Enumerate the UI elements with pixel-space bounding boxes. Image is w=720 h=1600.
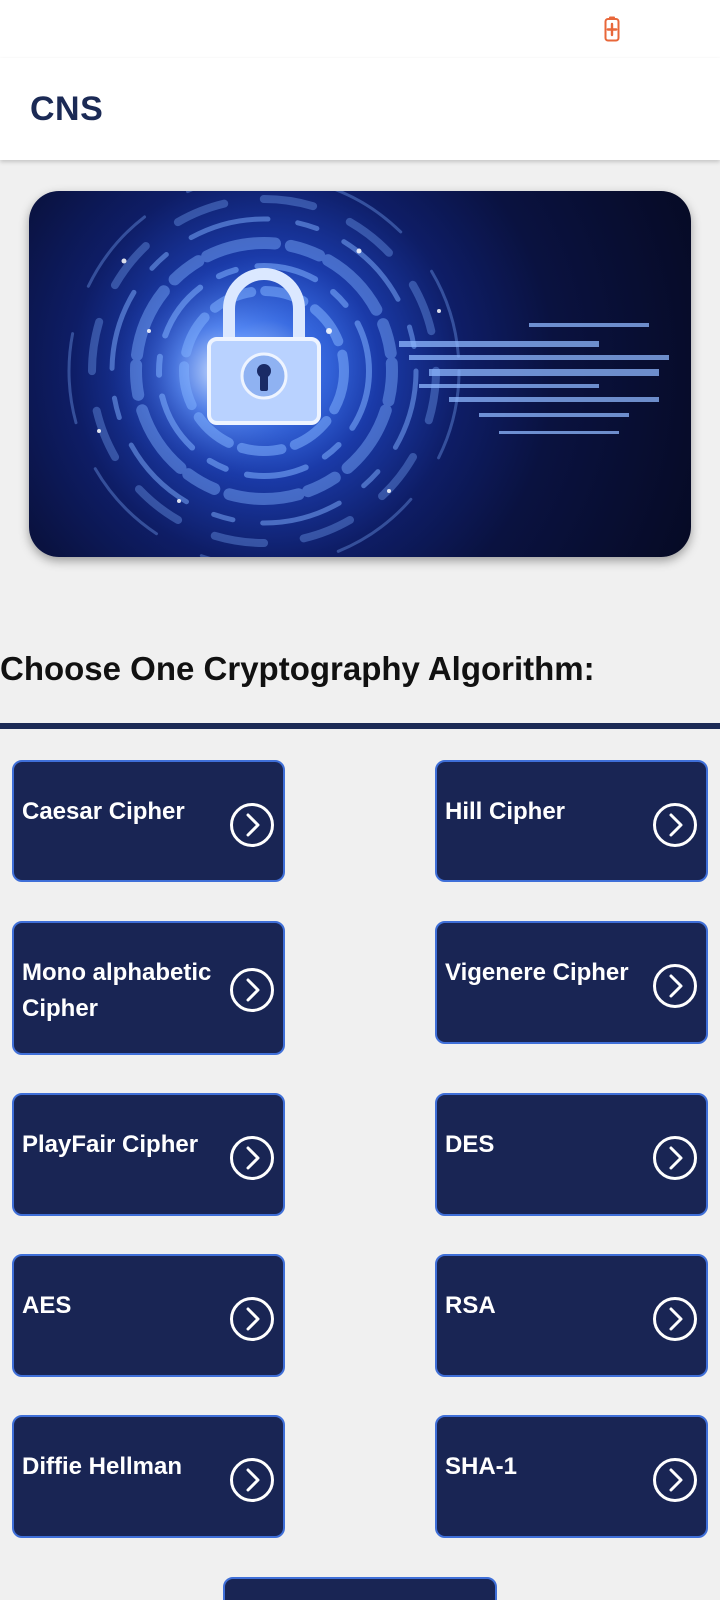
padlock-icon [67, 191, 669, 557]
chevron-right-circle-icon [653, 1458, 697, 1502]
more-button[interactable] [223, 1577, 497, 1600]
chevron-right-circle-icon [653, 1136, 697, 1180]
des-button[interactable]: DES [435, 1093, 708, 1216]
chevron-right-circle-icon [653, 803, 697, 847]
button-label: DES [445, 1131, 495, 1158]
app-title: CNS [30, 90, 104, 128]
status-bar [0, 0, 720, 58]
hill-cipher-button[interactable]: Hill Cipher [435, 760, 708, 882]
playfair-cipher-button[interactable]: PlayFair Cipher [12, 1093, 285, 1216]
chevron-right-circle-icon [230, 968, 274, 1012]
divider [0, 723, 720, 729]
app-screen: CNS Choose One Cryptography Algorithm: C… [0, 0, 720, 1600]
button-label: Diffie Hellman [22, 1453, 183, 1480]
vigenere-cipher-button[interactable]: Vigenere Cipher [435, 921, 708, 1044]
button-label: Caesar Cipher [22, 798, 185, 825]
rsa-button[interactable]: RSA [435, 1254, 708, 1377]
caesar-cipher-button[interactable]: Caesar Cipher [12, 760, 285, 882]
sha-1-button[interactable]: SHA-1 [435, 1415, 708, 1538]
mono-alphabetic-cipher-button[interactable]: Mono alphabetic Cipher [12, 921, 285, 1055]
chevron-right-circle-icon [230, 1297, 274, 1341]
battery-charging-icon [604, 16, 620, 42]
aes-button[interactable]: AES [12, 1254, 285, 1377]
chevron-right-circle-icon [230, 803, 274, 847]
button-label: RSA [445, 1292, 496, 1319]
button-label: SHA-1 [445, 1453, 518, 1480]
banner-image [29, 191, 691, 557]
chevron-right-circle-icon [230, 1136, 274, 1180]
chevron-right-circle-icon [230, 1458, 274, 1502]
chevron-right-circle-icon [653, 1297, 697, 1341]
chevron-right-circle-icon [653, 964, 697, 1008]
section-heading: Choose One Cryptography Algorithm: [0, 650, 595, 687]
diffie-hellman-button[interactable]: Diffie Hellman [12, 1415, 285, 1538]
button-label: Hill Cipher [445, 798, 566, 825]
button-label: Mono alphabetic Cipher [22, 959, 212, 1022]
button-label: Vigenere Cipher [445, 959, 629, 986]
app-bar: CNS [0, 58, 720, 160]
button-label: AES [22, 1292, 72, 1319]
button-label: PlayFair Cipher [22, 1131, 199, 1158]
